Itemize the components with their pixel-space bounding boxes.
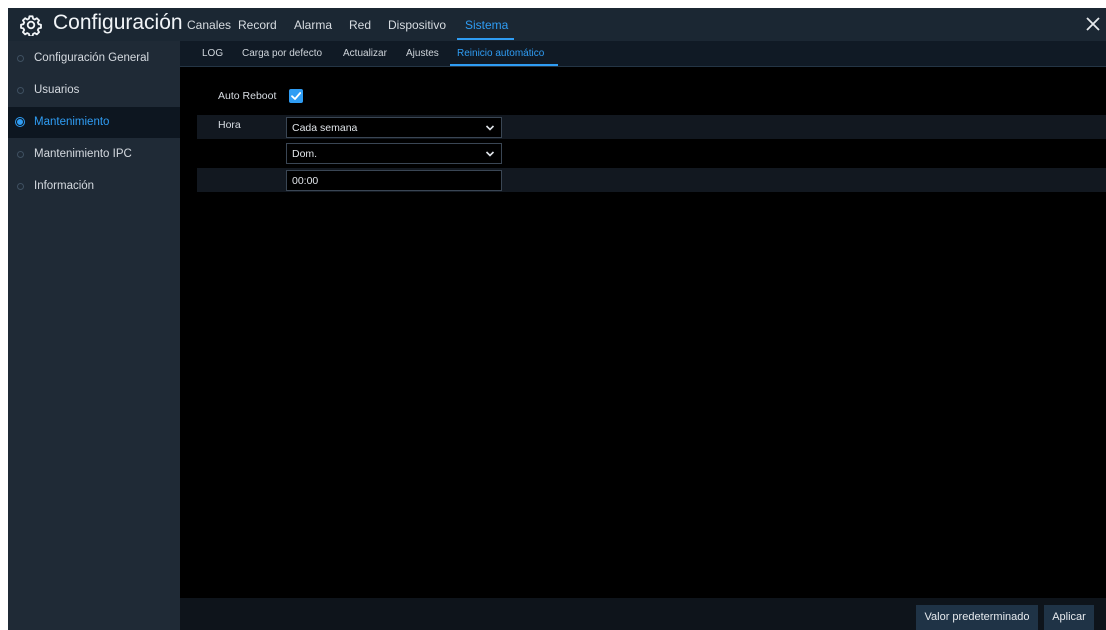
hora-label: Hora <box>218 119 241 131</box>
sidebar-item-informacion[interactable]: Información <box>8 171 180 202</box>
tab-alarma[interactable]: Alarma <box>294 18 332 32</box>
diamond-icon <box>17 183 24 190</box>
settings-window: Configuración Canales Record Alarma Red … <box>8 8 1106 630</box>
diamond-icon <box>17 151 24 158</box>
active-subtab-indicator <box>450 64 558 66</box>
sidebar: Configuración General Usuarios Mantenimi… <box>8 41 180 630</box>
tab-red[interactable]: Red <box>349 18 371 32</box>
frequency-value: Cada semana <box>292 122 358 134</box>
auto-reboot-panel: Auto Reboot Hora Cada semana Dom. 00:00 <box>180 67 1106 598</box>
sidebar-item-label: Información <box>34 180 95 192</box>
day-value: Dom. <box>292 148 318 160</box>
tab-reinicio-automatico[interactable]: Reinicio automático <box>457 48 544 59</box>
top-bar: Configuración Canales Record Alarma Red … <box>8 8 1106 41</box>
close-icon[interactable] <box>1084 12 1106 36</box>
sidebar-item-configuracion-general[interactable]: Configuración General <box>8 43 180 74</box>
diamond-icon <box>17 87 24 94</box>
sidebar-item-label: Mantenimiento IPC <box>34 148 132 160</box>
sidebar-item-label: Mantenimiento <box>34 116 110 128</box>
sidebar-item-label: Usuarios <box>34 84 80 96</box>
sidebar-item-label: Configuración General <box>34 52 150 64</box>
tab-ajustes[interactable]: Ajustes <box>406 48 439 59</box>
auto-reboot-label: Auto Reboot <box>218 90 277 102</box>
tab-record[interactable]: Record <box>238 18 277 32</box>
default-values-button[interactable]: Valor predeterminado <box>916 605 1038 630</box>
tab-log[interactable]: LOG <box>202 48 223 59</box>
active-tab-indicator <box>457 38 514 40</box>
sidebar-item-mantenimiento[interactable]: Mantenimiento <box>8 107 180 138</box>
time-input[interactable]: 00:00 <box>286 170 502 191</box>
auto-reboot-checkbox[interactable] <box>289 89 303 103</box>
footer-bar: Valor predeterminado Aplicar <box>180 598 1106 630</box>
tab-canales[interactable]: Canales <box>187 18 231 32</box>
sidebar-item-mantenimiento-ipc[interactable]: Mantenimiento IPC <box>8 139 180 170</box>
gear-icon <box>20 14 42 38</box>
check-icon <box>291 92 302 100</box>
sub-tabs: LOG Carga por defecto Actualizar Ajustes… <box>180 41 1106 67</box>
time-value: 00:00 <box>292 175 319 187</box>
chevron-down-icon <box>485 125 495 131</box>
tab-actualizar[interactable]: Actualizar <box>343 48 387 59</box>
apply-button[interactable]: Aplicar <box>1044 605 1094 630</box>
tab-carga-por-defecto[interactable]: Carga por defecto <box>242 48 322 59</box>
tab-dispositivo[interactable]: Dispositivo <box>388 18 446 32</box>
diamond-icon <box>17 55 24 62</box>
frequency-select[interactable]: Cada semana <box>286 117 502 138</box>
sidebar-item-usuarios[interactable]: Usuarios <box>8 75 180 106</box>
tab-sistema[interactable]: Sistema <box>465 18 508 32</box>
diamond-icon <box>17 119 23 125</box>
day-select[interactable]: Dom. <box>286 143 502 164</box>
brand: Configuración <box>8 8 183 41</box>
page-title: Configuración <box>53 11 183 34</box>
chevron-down-icon <box>485 151 495 157</box>
